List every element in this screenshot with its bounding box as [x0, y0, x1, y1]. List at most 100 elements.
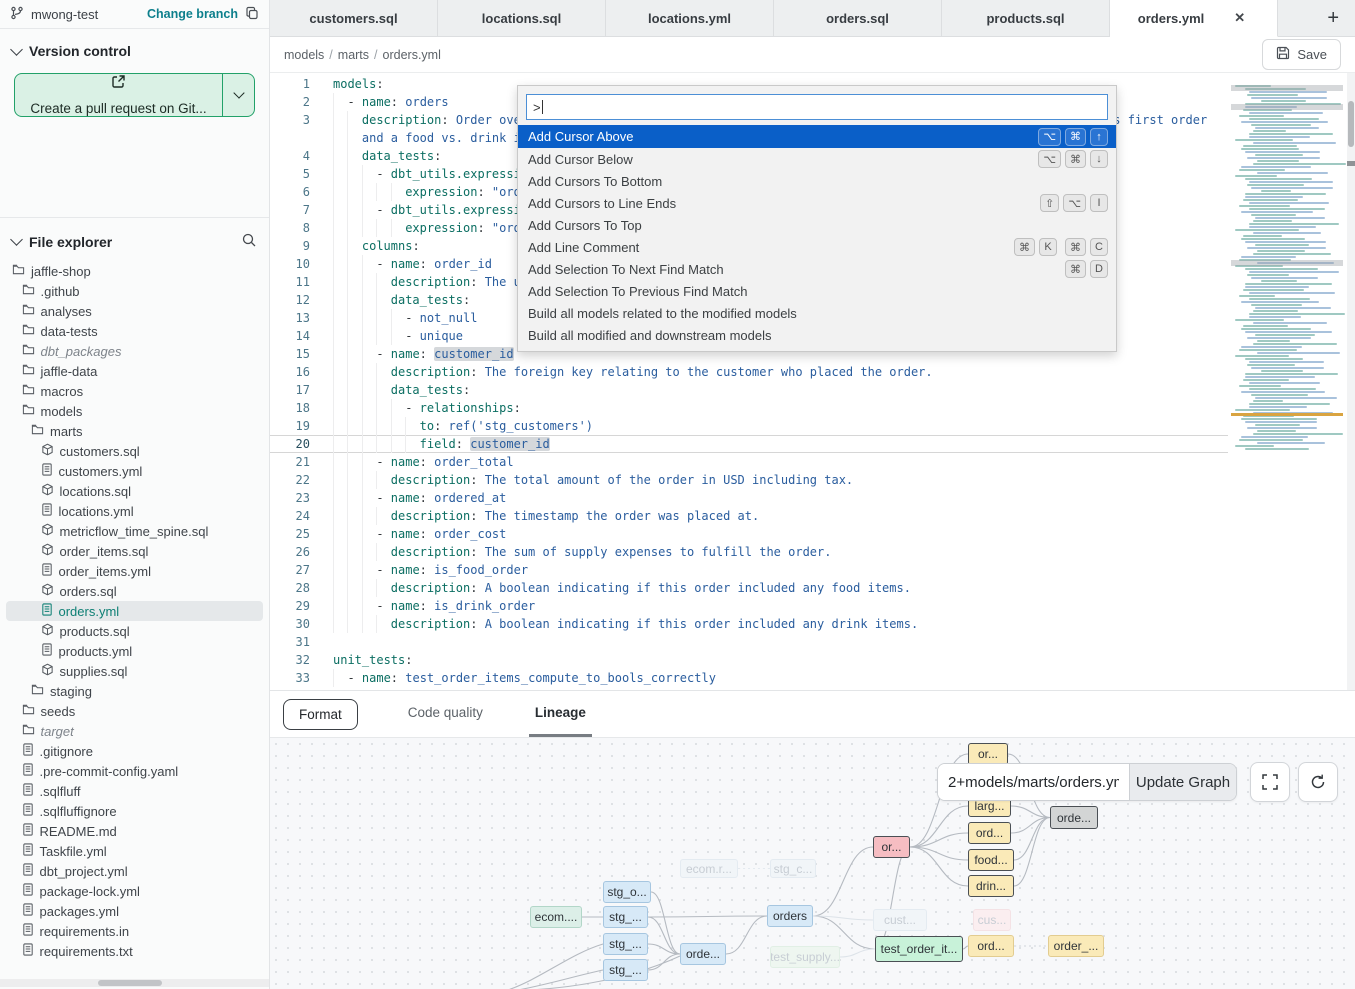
palette-item-add-line-comment[interactable]: Add Line Comment⌘K⌘C	[518, 236, 1116, 258]
scrollbar-handle[interactable]	[1348, 101, 1354, 147]
change-branch-link[interactable]: Change branch	[147, 7, 238, 21]
code-line[interactable]: 19to: ref('stg_customers')	[270, 417, 1228, 435]
file-tree-item-staging[interactable]: staging	[6, 681, 263, 701]
lineage-node-drin[interactable]: drin...	[968, 875, 1014, 897]
file-tree-item-.pre-commit-config.yaml[interactable]: .pre-commit-config.yaml	[6, 761, 263, 781]
file-tree-item-supplies.sql[interactable]: supplies.sql	[6, 661, 263, 681]
code-line[interactable]: 28description: A boolean indicating if t…	[270, 579, 1228, 597]
tab-locations-yml[interactable]: locations.yml	[606, 0, 774, 36]
lineage-node-stg2[interactable]: stg_...	[603, 906, 648, 928]
code-line[interactable]: 20field: customer_id	[270, 435, 1228, 453]
breadcrumb-part[interactable]: orders.yml	[383, 48, 441, 62]
panel-tab-lineage[interactable]: Lineage	[529, 691, 592, 737]
file-tree-item-seeds[interactable]: seeds	[6, 701, 263, 721]
save-button[interactable]: Save	[1262, 39, 1341, 70]
file-tree-item-marts[interactable]: marts	[6, 421, 263, 441]
palette-item-build-all-modified-and-downstream-models[interactable]: Build all modified and downstream models	[518, 324, 1116, 346]
file-tree-item-orders.yml[interactable]: orders.yml	[6, 601, 263, 621]
palette-item-add-selection-to-previous-find-match[interactable]: Add Selection To Previous Find Match	[518, 280, 1116, 302]
file-tree-item-data-tests[interactable]: data-tests	[6, 321, 263, 341]
lineage-node-tsupply_f[interactable]: test_supply...	[770, 946, 840, 968]
file-tree-item-customers.yml[interactable]: customers.yml	[6, 461, 263, 481]
code-line[interactable]: 26description: The sum of supply expense…	[270, 543, 1228, 561]
file-tree-item-target[interactable]: target	[6, 721, 263, 741]
refresh-button[interactable]	[1298, 762, 1338, 802]
lineage-node-or_p[interactable]: or...	[873, 836, 910, 858]
file-tree-item-order-items.yml[interactable]: order_items.yml	[6, 561, 263, 581]
file-tree-item-.sqlfluffignore[interactable]: .sqlfluffignore	[6, 801, 263, 821]
editor-vertical-scrollbar[interactable]	[1347, 73, 1355, 690]
code-line[interactable]: 17data_tests:	[270, 381, 1228, 399]
file-tree-item-macros[interactable]: macros	[6, 381, 263, 401]
palette-item-add-selection-to-next-find-match[interactable]: Add Selection To Next Find Match⌘D	[518, 258, 1116, 280]
scrollbar-handle[interactable]	[98, 980, 162, 986]
file-tree-item-jaffle-shop[interactable]: jaffle-shop	[6, 261, 263, 281]
palette-item-add-cursors-to-bottom[interactable]: Add Cursors To Bottom	[518, 170, 1116, 192]
file-tree-item-analyses[interactable]: analyses	[6, 301, 263, 321]
code-line[interactable]: 21- name: order_total	[270, 453, 1228, 471]
create-pr-button[interactable]: Create a pull request on Git...	[14, 73, 255, 117]
tab-orders-sql[interactable]: orders.sql	[774, 0, 942, 36]
lineage-node-stg4[interactable]: stg_...	[603, 959, 648, 981]
lineage-node-or_y[interactable]: or...	[968, 743, 1008, 765]
close-icon[interactable]: ✕	[1230, 8, 1249, 28]
lineage-node-ord_l[interactable]: ord...	[968, 935, 1014, 957]
code-line[interactable]: 33- name: test_order_items_compute_to_bo…	[270, 669, 1228, 687]
tab-customers-sql[interactable]: customers.sql	[270, 0, 438, 36]
panel-tab-code-quality[interactable]: Code quality	[402, 691, 489, 737]
lineage-node-stg3[interactable]: stg_...	[603, 933, 648, 955]
file-tree-item-package-lock.yml[interactable]: package-lock.yml	[6, 881, 263, 901]
file-tree-item-products.sql[interactable]: products.sql	[6, 621, 263, 641]
file-explorer-header[interactable]: File explorer	[0, 217, 269, 261]
code-line[interactable]: 29- name: is_drink_order	[270, 597, 1228, 615]
command-palette-input[interactable]: >	[526, 94, 1108, 120]
lineage-node-ecomr_f[interactable]: ecom.r...	[680, 859, 738, 878]
file-tree-item-dbt-project.yml[interactable]: dbt_project.yml	[6, 861, 263, 881]
lineage-node-orders[interactable]: orders	[767, 905, 813, 927]
palette-item-build-all-models-related-to-the-modified-models[interactable]: Build all models related to the modified…	[518, 302, 1116, 324]
code-line[interactable]: 32unit_tests:	[270, 651, 1228, 669]
palette-item-add-cursors-to-line-ends[interactable]: Add Cursors to Line Ends⇧⌥I	[518, 192, 1116, 214]
palette-item-add-cursor-below[interactable]: Add Cursor Below⌥⌘↓	[518, 148, 1116, 170]
file-tree-item-requirements.in[interactable]: requirements.in	[6, 921, 263, 941]
lineage-node-cust_f[interactable]: cust...	[873, 909, 927, 931]
file-tree-item-.github[interactable]: .github	[6, 281, 263, 301]
search-icon[interactable]	[241, 232, 257, 251]
file-tree-item-models[interactable]: models	[6, 401, 263, 421]
lineage-node-test_o[interactable]: test_order_it...	[875, 936, 963, 962]
palette-item-add-cursors-to-top[interactable]: Add Cursors To Top	[518, 214, 1116, 236]
minimap[interactable]	[1235, 85, 1339, 465]
lineage-node-stg_o[interactable]: stg_o...	[603, 881, 651, 903]
code-line[interactable]: 27- name: is_food_order	[270, 561, 1228, 579]
file-tree-item-locations.yml[interactable]: locations.yml	[6, 501, 263, 521]
format-button[interactable]: Format	[283, 699, 358, 730]
code-line[interactable]: 24description: The timestamp the order w…	[270, 507, 1228, 525]
palette-item-add-cursor-above[interactable]: Add Cursor Above⌥⌘↑	[518, 125, 1116, 148]
code-line[interactable]: 23- name: ordered_at	[270, 489, 1228, 507]
new-tab-button[interactable]: +	[1311, 0, 1355, 36]
lineage-node-cus_f[interactable]: cus...	[973, 909, 1011, 931]
version-control-header[interactable]: Version control	[0, 29, 269, 69]
pr-dropdown-toggle[interactable]	[222, 74, 254, 116]
file-tree-item-locations.sql[interactable]: locations.sql	[6, 481, 263, 501]
code-line[interactable]: 25- name: order_cost	[270, 525, 1228, 543]
file-tree-item-orders.sql[interactable]: orders.sql	[6, 581, 263, 601]
code-line[interactable]: 31	[270, 633, 1228, 651]
copy-icon[interactable]	[245, 6, 259, 23]
lineage-node-orde_b[interactable]: orde...	[680, 943, 726, 965]
file-tree-item-metricflow-time-spine.sql[interactable]: metricflow_time_spine.sql	[6, 521, 263, 541]
code-line[interactable]: 30description: A boolean indicating if t…	[270, 615, 1228, 633]
fullscreen-button[interactable]	[1250, 762, 1290, 802]
file-tree-item-customers.sql[interactable]: customers.sql	[6, 441, 263, 461]
file-tree-item-products.yml[interactable]: products.yml	[6, 641, 263, 661]
file-tree-item-taskfile.yml[interactable]: Taskfile.yml	[6, 841, 263, 861]
lineage-node-food[interactable]: food...	[968, 849, 1014, 871]
update-graph-button[interactable]: Update Graph	[1129, 764, 1236, 800]
file-tree-item-.gitignore[interactable]: .gitignore	[6, 741, 263, 761]
lineage-panel[interactable]: ecom....stg_o...stg_...stg_...stg_...ord…	[270, 737, 1355, 989]
file-tree-item-packages.yml[interactable]: packages.yml	[6, 901, 263, 921]
sidebar-horizontal-scrollbar[interactable]	[0, 979, 269, 987]
code-line[interactable]: 22description: The total amount of the o…	[270, 471, 1228, 489]
lineage-node-stgc_f[interactable]: stg_c...	[770, 859, 816, 878]
lineage-node-orde_g[interactable]: orde...	[1050, 806, 1098, 829]
